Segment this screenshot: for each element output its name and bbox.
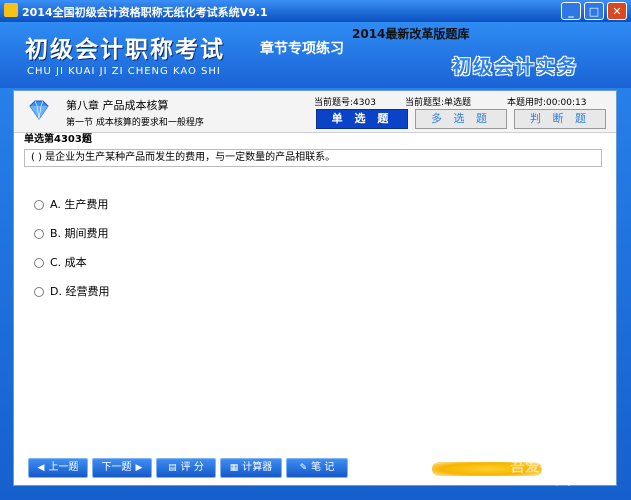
score-icon: ▤	[168, 463, 177, 473]
score-label: 评 分	[180, 462, 204, 473]
section-title: 第一节 成本核算的要求和一般程序	[66, 118, 204, 128]
chapter-practice-label: 章节专项练习	[260, 41, 344, 57]
chapter-title: 第八章 产品成本核算	[66, 99, 169, 112]
diamond-icon	[29, 100, 49, 120]
question-text: ( ) 是企业为生产某种产品而发生的费用，与一定数量的产品相联系。	[24, 149, 602, 167]
question-type-label: 单选第4303题	[24, 134, 92, 145]
option-c[interactable]: C. 成本	[34, 254, 87, 270]
pinyin-subtitle: CHU JI KUAI JI ZI CHENG KAO SHI	[27, 66, 221, 77]
question-info-bar: 第八章 产品成本核算 第一节 成本核算的要求和一般程序 当前题号:4303 当前…	[14, 91, 616, 133]
option-label: A. 生产费用	[50, 198, 109, 211]
app-main-title: 初级会计职称考试	[25, 37, 225, 63]
radio-button[interactable]	[34, 229, 44, 239]
window-title: 2014全国初级会计资格职称无纸化考试系统V9.1	[22, 6, 268, 19]
option-label: B. 期间费用	[50, 227, 109, 240]
option-label: C. 成本	[50, 256, 87, 269]
tab-multiple-choice[interactable]: 多 选 题	[415, 109, 507, 129]
prev-question-button[interactable]: ◀ 上一题	[28, 458, 88, 478]
calculator-label: 计算器	[242, 462, 273, 473]
question-timer: 本题用时:00:00:13	[507, 98, 587, 108]
notes-icon: ✎	[299, 463, 308, 473]
title-bar: 2014全国初级会计资格职称无纸化考试系统V9.1 _ □ ✕	[0, 0, 631, 22]
radio-button[interactable]	[34, 287, 44, 297]
prev-label: 上一题	[48, 462, 79, 473]
current-question-type: 当前题型:单选题	[405, 98, 472, 108]
option-label: D. 经营费用	[50, 285, 110, 298]
close-button[interactable]: ✕	[607, 2, 627, 20]
minimize-button[interactable]: _	[561, 2, 581, 20]
maximize-button[interactable]: □	[584, 2, 604, 20]
next-label: 下一题	[101, 462, 132, 473]
app-icon	[4, 3, 18, 17]
notes-button[interactable]: ✎ 笔 记	[286, 458, 348, 478]
arrow-right-icon: ▶	[135, 463, 143, 473]
edition-label: 2014最新改革版题库	[352, 27, 470, 41]
score-button[interactable]: ▤ 评 分	[156, 458, 216, 478]
watermark-url: www.52pojie.cn	[516, 476, 595, 487]
notes-label: 笔 记	[311, 462, 335, 473]
next-question-button[interactable]: 下一题 ▶	[92, 458, 152, 478]
tab-single-choice[interactable]: 单 选 题	[316, 109, 408, 129]
radio-button[interactable]	[34, 258, 44, 268]
app-window: 2014全国初级会计资格职称无纸化考试系统V9.1 _ □ ✕ 初级会计职称考试…	[0, 0, 631, 500]
arrow-left-icon: ◀	[37, 463, 45, 473]
option-d[interactable]: D. 经营费用	[34, 283, 109, 299]
calculator-icon: ▦	[229, 463, 239, 473]
radio-button[interactable]	[34, 200, 44, 210]
header-banner: 初级会计职称考试 章节专项练习 CHU JI KUAI JI ZI CHENG …	[0, 22, 631, 88]
calculator-button[interactable]: ▦ 计算器	[220, 458, 282, 478]
current-question-number: 当前题号:4303	[314, 98, 376, 108]
watermark-text: 吾爱破解论坛	[510, 457, 601, 475]
option-a[interactable]: A. 生产费用	[34, 196, 108, 212]
content-panel: 第八章 产品成本核算 第一节 成本核算的要求和一般程序 当前题号:4303 当前…	[13, 90, 617, 486]
tab-true-false[interactable]: 判 断 题	[514, 109, 606, 129]
subject-title: 初级会计实务	[452, 56, 579, 78]
option-b[interactable]: B. 期间费用	[34, 225, 109, 241]
